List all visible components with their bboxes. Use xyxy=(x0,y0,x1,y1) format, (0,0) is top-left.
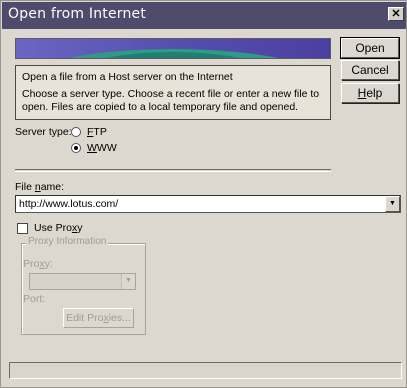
edit-proxies-rest: ies... xyxy=(108,312,131,324)
proxy-label-prefix: Pro xyxy=(23,258,40,270)
proxy-label: Proxy: xyxy=(23,258,53,270)
radio-www-label[interactable]: WWW xyxy=(87,142,117,154)
radio-ftp-label[interactable]: FTP xyxy=(87,126,107,138)
file-name-combobox[interactable]: http://www.lotus.com/ ▼ xyxy=(15,195,401,213)
proxy-information-label: Proxy Information xyxy=(26,236,109,247)
proxy-label-rest: y: xyxy=(44,258,53,270)
use-proxy-label-prefix: Use Pro xyxy=(34,222,72,234)
separator xyxy=(15,169,331,172)
port-label: Port: xyxy=(23,293,46,305)
radio-ftp[interactable] xyxy=(71,127,81,137)
title-bar[interactable]: Open from Internet ✕ xyxy=(2,2,406,29)
status-bar xyxy=(9,362,402,379)
cancel-button[interactable]: Cancel xyxy=(341,60,399,80)
open-from-internet-dialog: Open from Internet ✕ Open Cancel Help Op… xyxy=(0,0,407,388)
close-button[interactable]: ✕ xyxy=(388,7,404,21)
chevron-down-icon: ▼ xyxy=(125,277,132,284)
radio-www[interactable] xyxy=(71,143,81,153)
proxy-combobox[interactable]: ▼ xyxy=(29,273,136,290)
help-button[interactable]: Help xyxy=(341,83,399,103)
info-line-1: Open a file from a Host server on the In… xyxy=(22,71,233,83)
open-button[interactable]: Open xyxy=(340,37,400,59)
file-name-label: File name: xyxy=(15,181,64,193)
file-name-dropdown-button[interactable]: ▼ xyxy=(385,196,400,212)
www-mnemonic: W xyxy=(87,142,97,154)
proxy-dropdown-button[interactable]: ▼ xyxy=(121,274,135,289)
chevron-down-icon: ▼ xyxy=(389,200,396,207)
file-name-label-prefix: File xyxy=(15,181,35,193)
close-icon: ✕ xyxy=(391,8,401,20)
edit-proxies-prefix: Edit Pro xyxy=(66,312,104,324)
dialog-title: Open from Internet xyxy=(8,6,147,22)
www-rest: WW xyxy=(96,142,117,154)
ftp-rest: TP xyxy=(93,126,107,138)
banner-graphic xyxy=(15,38,331,59)
use-proxy-label[interactable]: Use Proxy xyxy=(34,222,82,234)
server-type-label: Server type: xyxy=(15,126,72,138)
file-name-input[interactable]: http://www.lotus.com/ xyxy=(19,198,118,210)
info-line-2: Choose a server type. Choose a recent fi… xyxy=(22,88,320,113)
use-proxy-label-rest: y xyxy=(77,222,83,234)
edit-proxies-button[interactable]: Edit Proxies... xyxy=(63,308,134,328)
help-button-label: elp xyxy=(366,86,383,100)
open-button-label: Open xyxy=(355,41,385,55)
use-proxy-checkbox[interactable] xyxy=(17,223,28,234)
info-box: Open a file from a Host server on the In… xyxy=(15,65,331,120)
cancel-button-label: Cancel xyxy=(351,63,389,77)
file-name-label-rest: ame: xyxy=(40,181,65,193)
